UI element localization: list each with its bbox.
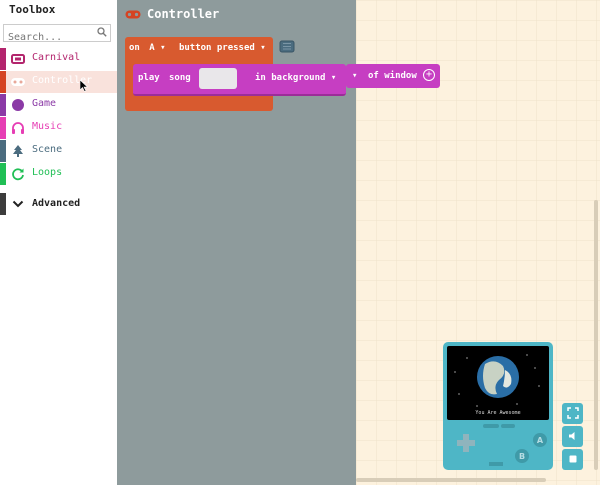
game-simulator[interactable]: You Are Awesome A B <box>443 342 553 470</box>
category-label: Game <box>32 98 57 109</box>
dropdown-arrow[interactable]: ▾ <box>352 71 357 81</box>
dpad <box>457 434 475 452</box>
category-label: Carnival <box>32 52 81 63</box>
search-input[interactable] <box>8 30 94 45</box>
svg-text:B: B <box>519 452 525 461</box>
search-icon[interactable] <box>97 27 107 40</box>
category-label: Scene <box>32 144 63 155</box>
search-box[interactable] <box>3 24 111 45</box>
ticket-icon <box>11 54 25 64</box>
on-keyword: on <box>129 43 140 53</box>
category-music[interactable]: Music <box>0 117 117 139</box>
screen-text: You Are Awesome <box>475 410 521 416</box>
earth-image <box>454 354 540 407</box>
simulator-screen: You Are Awesome <box>447 346 549 420</box>
song-input-slot[interactable] <box>199 68 237 89</box>
category-label: Music <box>32 121 63 132</box>
of-window-label: of window <box>368 71 417 81</box>
chevron-down-icon <box>12 200 24 208</box>
on-block-header: on A ▾ button pressed ▾ <box>129 43 266 53</box>
refresh-icon <box>12 168 24 181</box>
headphones-icon <box>12 122 24 134</box>
square-icon <box>569 455 576 463</box>
category-advanced[interactable]: Advanced <box>0 193 117 215</box>
category-color-bar <box>0 117 6 139</box>
category-color-bar <box>0 94 6 116</box>
playback-mode-dropdown[interactable]: in background ▾ <box>255 73 336 83</box>
gamepad-icon <box>125 10 141 19</box>
mouse-cursor-icon <box>80 80 88 92</box>
screenshot-button[interactable] <box>562 449 583 470</box>
category-controller[interactable]: Controller <box>0 71 117 93</box>
play-song-block[interactable]: play song in background ▾ <box>133 64 346 96</box>
tree-icon <box>13 145 23 157</box>
of-window-block[interactable]: ▾ of window + <box>346 64 440 88</box>
horizontal-scrollbar <box>356 478 546 482</box>
fullscreen-icon <box>566 407 579 419</box>
category-game[interactable]: Game <box>0 94 117 116</box>
category-color-bar <box>0 140 6 162</box>
simulator-controls: A B <box>457 424 547 466</box>
category-color-bar <box>0 48 6 70</box>
category-color-bar <box>0 71 6 93</box>
event-dropdown[interactable]: button pressed ▾ <box>179 43 266 53</box>
song-keyword: song <box>169 73 191 83</box>
category-scene[interactable]: Scene <box>0 140 117 162</box>
block-help-icon[interactable] <box>279 40 295 53</box>
category-label: Advanced <box>32 198 81 209</box>
toolbox-title: Toolbox <box>9 3 56 16</box>
category-color-bar <box>0 193 6 215</box>
toolbox: Toolbox Carnival Controller Game Music S… <box>0 0 117 485</box>
gamepad-icon <box>11 78 25 86</box>
circle-icon <box>12 99 24 111</box>
category-loops[interactable]: Loops <box>0 163 117 185</box>
mute-button[interactable] <box>562 426 583 447</box>
category-carnival[interactable]: Carnival <box>0 48 117 70</box>
fullscreen-button[interactable] <box>562 403 583 424</box>
play-keyword: play <box>138 73 160 83</box>
speaker-icon <box>568 432 574 440</box>
category-label: Loops <box>32 167 63 178</box>
button-dropdown[interactable]: A ▾ <box>149 43 165 53</box>
category-color-bar <box>0 163 6 185</box>
flyout-title: Controller <box>147 7 220 21</box>
plus-icon[interactable]: + <box>423 69 435 81</box>
vertical-scrollbar <box>594 200 598 470</box>
svg-text:A: A <box>537 436 544 445</box>
